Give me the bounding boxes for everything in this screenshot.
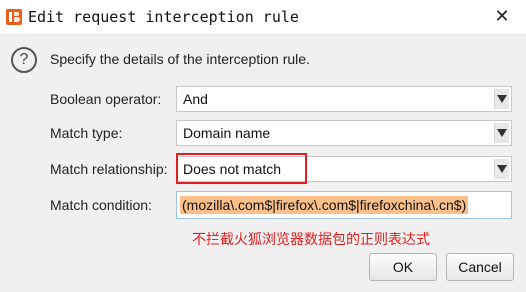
match-condition-label: Match condition:: [50, 197, 152, 213]
match-type-label: Match type:: [50, 125, 123, 141]
window-title: Edit request interception rule: [28, 8, 299, 26]
title-bar: Edit request interception rule ✕: [0, 0, 526, 35]
close-icon[interactable]: ✕: [492, 7, 512, 27]
match-type-select[interactable]: Domain name: [176, 120, 512, 146]
boolean-operator-label: Boolean operator:: [50, 91, 162, 107]
annotation-highlight-box: [176, 153, 307, 184]
cancel-button[interactable]: Cancel: [446, 253, 514, 281]
ok-button[interactable]: OK: [369, 253, 437, 281]
burp-logo-icon: [6, 9, 22, 25]
chevron-down-icon[interactable]: [494, 159, 509, 179]
match-condition-value: (mozilla\.com$|firefox\.com$|firefoxchin…: [180, 196, 469, 214]
help-icon[interactable]: ?: [11, 47, 37, 73]
chevron-down-icon[interactable]: [494, 123, 509, 143]
match-condition-input[interactable]: (mozilla\.com$|firefox\.com$|firefoxchin…: [176, 191, 512, 219]
dialog-intro: Specify the details of the interception …: [50, 51, 310, 67]
match-type-value: Domain name: [183, 125, 271, 141]
boolean-operator-value: And: [183, 91, 208, 107]
match-relationship-label: Match relationship:: [50, 161, 168, 177]
boolean-operator-select[interactable]: And: [176, 86, 512, 112]
chevron-down-icon[interactable]: [494, 89, 509, 109]
annotation-text: 不拦截火狐浏览器数据包的正则表达式: [192, 232, 430, 248]
